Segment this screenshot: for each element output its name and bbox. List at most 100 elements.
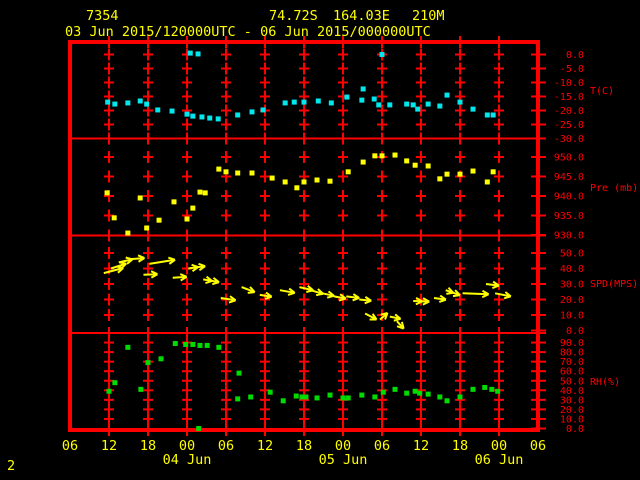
data-point [216, 166, 222, 172]
svg-text:05 Jun: 05 Jun [319, 452, 368, 468]
data-point [215, 116, 221, 122]
svg-text:T(C): T(C) [590, 86, 614, 97]
data-point [314, 395, 320, 401]
data-point [425, 163, 431, 169]
svg-text:04 Jun: 04 Jun [163, 452, 212, 468]
data-point [248, 394, 254, 400]
svg-text:940.0: 940.0 [554, 192, 584, 203]
svg-text:-10.0: -10.0 [554, 78, 584, 89]
data-point [344, 94, 350, 100]
svg-text:-20.0: -20.0 [554, 106, 584, 117]
data-point [437, 394, 443, 400]
data-point [169, 108, 175, 114]
x-axis-labels: 06 12 18 00 06 12 18 00 06 12 18 00 0604 Jun 05 Jun 06… [62, 438, 546, 468]
svg-text:-5.0: -5.0 [560, 64, 584, 75]
data-point [303, 394, 309, 400]
svg-text:0.0: 0.0 [566, 50, 584, 61]
data-point [291, 99, 297, 105]
data-point [105, 99, 111, 105]
svg-text:18: 18 [452, 438, 468, 454]
data-point [360, 86, 366, 92]
data-point [371, 96, 377, 102]
data-point [125, 100, 131, 106]
data-point [280, 398, 286, 404]
data-point [495, 388, 501, 394]
data-point [207, 115, 213, 121]
data-point [190, 341, 196, 347]
data-point [112, 101, 118, 107]
svg-text:945.0: 945.0 [554, 172, 584, 183]
meteogram-screen: 7354 74.72S 164.03E 210M 03 Jun 2015/120… [0, 0, 640, 480]
data-point [360, 159, 366, 165]
meteogram-canvas: 0.0 -5.0 -10.0 -15.0 -20.0 -25.0 -30.0 T(C) 950.… [62, 36, 638, 468]
data-point [415, 106, 421, 112]
data-point [457, 394, 463, 400]
data-point [314, 177, 320, 183]
data-point [372, 394, 378, 400]
data-point [106, 388, 112, 394]
data-point [315, 98, 321, 104]
data-point [223, 169, 229, 175]
data-point [158, 356, 164, 362]
data-point [197, 342, 203, 348]
data-point [183, 341, 189, 347]
data-point [282, 100, 288, 106]
data-point [484, 179, 490, 185]
data-point [202, 190, 208, 196]
data-point [235, 170, 241, 176]
data-point [379, 153, 385, 159]
data-point [380, 389, 386, 395]
data-point [269, 175, 275, 181]
data-point [328, 100, 334, 106]
data-point [359, 392, 365, 398]
data-point [187, 50, 193, 56]
data-point [482, 384, 488, 390]
svg-text:18: 18 [296, 438, 312, 454]
data-point [112, 380, 118, 386]
svg-text:-30.0: -30.0 [554, 134, 584, 145]
data-point [376, 102, 382, 108]
data-point [137, 98, 143, 104]
data-point [470, 386, 476, 392]
svg-text:0.0: 0.0 [566, 424, 584, 435]
data-point [379, 52, 385, 57]
data-point [404, 390, 410, 396]
data-point [111, 215, 117, 221]
data-point [489, 386, 495, 392]
data-point [267, 389, 273, 395]
data-point [249, 109, 255, 115]
data-point [144, 101, 150, 107]
data-point [282, 179, 288, 185]
svg-text:930.0: 930.0 [554, 231, 584, 242]
data-point [301, 179, 307, 185]
svg-text:-25.0: -25.0 [554, 120, 584, 131]
data-point [425, 101, 431, 107]
series-wind_speed [103, 254, 512, 330]
data-point [437, 176, 443, 182]
data-point [145, 360, 151, 366]
data-point [444, 171, 450, 177]
data-point [235, 112, 241, 118]
data-point [125, 230, 131, 236]
data-point [345, 169, 351, 175]
data-point [301, 99, 307, 105]
svg-text:12: 12 [101, 438, 117, 454]
data-point [444, 398, 450, 404]
data-point [293, 393, 299, 399]
data-point [138, 386, 144, 392]
data-point [104, 190, 110, 196]
data-point [216, 344, 222, 350]
data-point [327, 392, 333, 398]
data-point [417, 390, 423, 396]
data-point [359, 97, 365, 103]
data-point [260, 107, 266, 113]
svg-text:12: 12 [257, 438, 273, 454]
data-point [372, 153, 378, 159]
data-point [457, 171, 463, 177]
data-point [412, 162, 418, 168]
data-point [484, 112, 490, 118]
data-point [404, 101, 410, 107]
data-point [144, 225, 150, 231]
data-point [404, 158, 410, 164]
svg-text:12: 12 [413, 438, 429, 454]
